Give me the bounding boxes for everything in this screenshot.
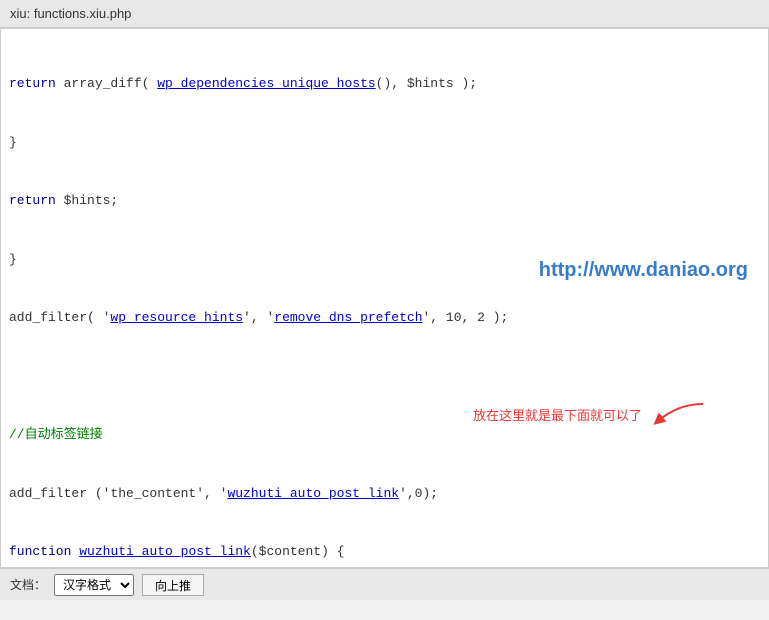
encoding-select[interactable]: 汉字格式 (54, 574, 134, 596)
code-link-wuzhuti[interactable]: wuzhuti_auto_post_link (227, 486, 399, 501)
bottom-bar: 文档： 汉字格式 向上推 (0, 568, 769, 600)
encoding-label: 文档： (10, 576, 46, 593)
code-link-remove-dns[interactable]: remove_dns_prefetch (274, 310, 422, 325)
code-line (9, 367, 760, 387)
code-line: return array_diff( wp_dependencies_uniqu… (9, 74, 760, 94)
annotation: 放在这里就是最下面就可以了 (473, 399, 708, 429)
code-line: function wuzhuti_auto_post_link($content… (9, 542, 760, 562)
code-line: return $hints; (9, 191, 760, 211)
annotation-text: 放在这里就是最下面就可以了 (473, 405, 642, 424)
code-line: } (9, 133, 760, 153)
title-text: xiu: functions.xiu.php (10, 6, 131, 21)
scroll-up-button[interactable]: 向上推 (142, 574, 204, 596)
code-link-wp-resource-hints[interactable]: wp_resource_hints (110, 310, 243, 325)
code-line: add_filter ('the_content', 'wuzhuti_auto… (9, 484, 760, 504)
code-link-wuzhuti-fn[interactable]: wuzhuti_auto_post_link (79, 544, 251, 559)
watermark: http://www.daniao.org (539, 259, 748, 282)
code-line: add_filter( 'wp_resource_hints', 'remove… (9, 308, 760, 328)
code-content: return array_diff( wp_dependencies_uniqu… (1, 29, 768, 568)
code-area[interactable]: http://www.daniao.org return array_diff(… (0, 28, 769, 568)
arrow-icon (648, 399, 708, 429)
title-bar: xiu: functions.xiu.php (0, 0, 769, 28)
code-link-wp-deps[interactable]: wp_dependencies_unique_hosts (157, 76, 375, 91)
